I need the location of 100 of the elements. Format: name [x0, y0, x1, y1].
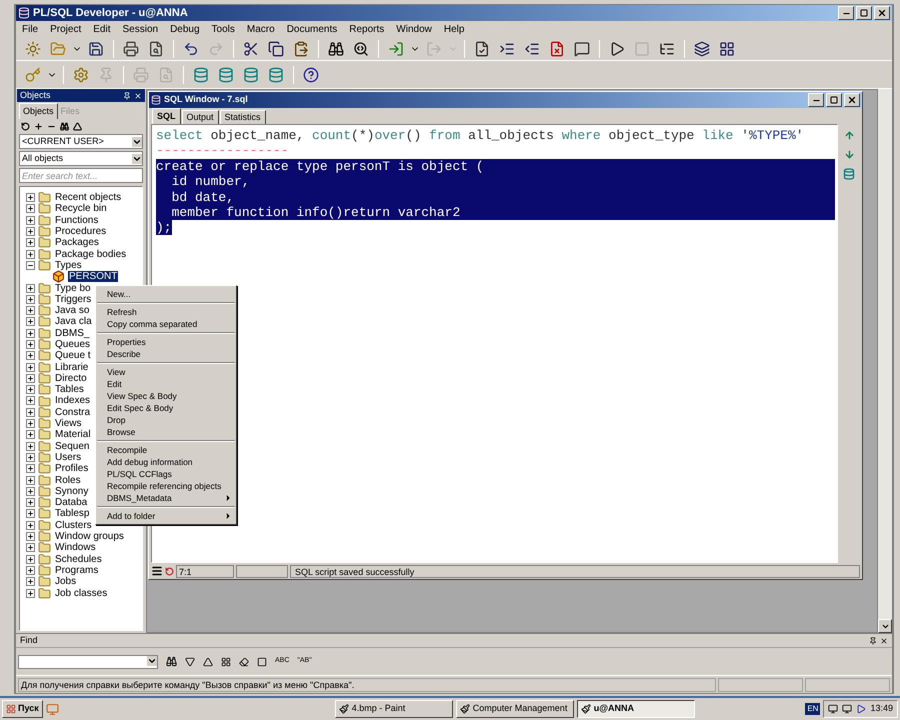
tree-item[interactable]: Packages [54, 237, 100, 248]
menu-item[interactable]: Recompile referencing objects [96, 480, 236, 492]
tree-item[interactable]: Databa [54, 497, 88, 508]
tree-item[interactable]: Triggers [54, 294, 92, 305]
editor-tab[interactable]: Output [182, 110, 219, 124]
menu-icon[interactable] [151, 565, 163, 577]
panel-tab[interactable]: Objects [19, 103, 58, 119]
close-button[interactable] [844, 93, 860, 107]
grid-icon[interactable] [221, 656, 231, 666]
close-button[interactable] [874, 6, 890, 20]
add-icon[interactable] [34, 122, 43, 130]
tree-item[interactable]: Schedules [54, 554, 103, 565]
menu-item[interactable]: PL/SQL CCFlags [96, 468, 236, 480]
triangle-up-icon[interactable] [203, 656, 213, 666]
menu-item[interactable]: Window [396, 22, 432, 36]
menu-item[interactable]: File [22, 22, 38, 36]
menu-item[interactable]: View [96, 366, 236, 378]
tree-item[interactable]: Clusters [54, 520, 93, 531]
search-field[interactable]: Enter search text... [19, 168, 143, 183]
maximize-button[interactable] [856, 6, 872, 20]
menu-item[interactable]: Describe [96, 348, 236, 360]
filter-select[interactable]: All objects [19, 151, 143, 166]
menu-item[interactable]: Reports [349, 22, 384, 36]
menu-item[interactable]: Browse [96, 426, 236, 438]
tray-icon[interactable] [828, 704, 838, 714]
tree-item[interactable]: DBMS_ [54, 328, 90, 339]
tree-item[interactable]: Profiles [54, 463, 90, 474]
tree-item[interactable]: PERSONT [68, 271, 118, 282]
tree-item[interactable]: Tablesp [54, 508, 90, 520]
menu-item[interactable]: Refresh [96, 306, 236, 318]
minimize-button[interactable] [808, 93, 824, 107]
menu-item[interactable]: Add debug information [96, 456, 236, 468]
tree-item[interactable]: Programs [54, 564, 100, 576]
triangle-down-icon[interactable] [185, 656, 195, 666]
minimize-button[interactable] [838, 6, 854, 20]
menu-item[interactable]: Copy comma separated [96, 318, 236, 330]
pin-icon[interactable] [123, 92, 131, 100]
tree-item[interactable]: Views [54, 418, 82, 430]
taskbar-button[interactable]: 4.bmp - Paint [334, 700, 453, 718]
close-icon[interactable] [877, 8, 887, 18]
tree-item[interactable]: Windows [54, 542, 97, 554]
tree-item[interactable]: Indexes [54, 395, 92, 406]
tree-item[interactable]: Synony [54, 486, 90, 497]
binoculars-icon[interactable] [166, 656, 177, 667]
tree-item[interactable]: Users [54, 452, 82, 463]
arrow-up-icon[interactable] [844, 130, 854, 141]
menu-item[interactable]: Macro [246, 22, 275, 36]
binoculars-icon[interactable] [60, 122, 69, 130]
editor-tab[interactable]: SQL [152, 108, 181, 124]
find-field[interactable] [18, 654, 158, 668]
tray-icon[interactable] [842, 704, 852, 714]
tree-item[interactable]: Librarie [54, 362, 90, 373]
taskbar-button[interactable]: Computer Management [456, 700, 574, 718]
tree-item[interactable]: Recycle bin [54, 203, 108, 214]
tree-item[interactable]: Queues [54, 339, 92, 350]
tree-item[interactable]: Package bodies [54, 248, 128, 260]
menu-item[interactable]: Recompile [96, 444, 236, 456]
menu-item[interactable]: DBMS_Metadata [96, 492, 236, 504]
dropdown-arrow-icon[interactable] [147, 656, 157, 666]
menu-item[interactable]: Add to folder [96, 510, 236, 522]
tree-item[interactable]: Type bo [54, 282, 92, 294]
menu-item[interactable]: Tools [212, 22, 235, 36]
tree-item[interactable]: Functions [54, 214, 100, 226]
scrollbar[interactable] [878, 89, 892, 633]
tree-item[interactable]: Jobs [54, 576, 78, 588]
menu-item[interactable]: Drop [96, 414, 236, 426]
maximize-icon[interactable] [860, 9, 868, 17]
start-button[interactable]: Пуск [2, 700, 43, 718]
owner-select[interactable]: <CURRENT USER> [19, 134, 143, 149]
tree-item[interactable]: Roles [54, 474, 82, 486]
close-icon[interactable] [847, 95, 857, 105]
refresh-icon[interactable] [21, 122, 30, 130]
menu-item[interactable]: Properties [96, 336, 236, 348]
dropdown-arrow-icon[interactable] [132, 154, 142, 164]
tray-icon[interactable] [856, 704, 866, 714]
taskbar-button[interactable]: u@ANNA [576, 700, 695, 718]
database-icon[interactable] [843, 168, 855, 180]
tree-item[interactable]: Constra [54, 406, 92, 418]
tree-item[interactable]: Material [54, 429, 92, 440]
browser-icon[interactable] [46, 702, 59, 716]
maximize-icon[interactable] [830, 96, 838, 104]
menu-item[interactable]: Project [50, 22, 82, 36]
menu-item[interactable]: Documents [286, 22, 338, 36]
close-icon[interactable] [880, 636, 888, 644]
tree-item[interactable]: Java cla [54, 316, 93, 328]
tree-item[interactable]: Procedures [54, 226, 108, 238]
tree-item[interactable]: Window groups [54, 531, 125, 542]
tree-item[interactable]: Types [54, 260, 83, 271]
arrow-down-icon[interactable] [844, 149, 854, 160]
menu-item[interactable]: Debug [170, 22, 200, 36]
filter-icon[interactable] [73, 122, 82, 130]
tree-item[interactable]: Directo [54, 372, 88, 384]
pin-icon[interactable] [869, 636, 877, 644]
menu-item[interactable]: Session [122, 22, 158, 36]
menu-item[interactable]: Help [444, 22, 464, 36]
tree-item[interactable]: Java so [54, 305, 90, 316]
eraser-icon[interactable] [239, 656, 249, 666]
editor-tab[interactable]: Statistics [220, 110, 266, 124]
menu-item[interactable]: New... [96, 288, 236, 300]
tree-item[interactable]: Tables [54, 384, 85, 396]
